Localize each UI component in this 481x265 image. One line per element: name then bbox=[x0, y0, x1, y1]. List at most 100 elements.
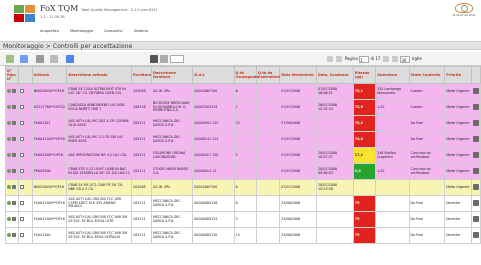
column-header[interactable]: N° Ripo N° bbox=[4, 66, 20, 84]
rows-per-page-select[interactable]: 30 bbox=[400, 55, 411, 63]
checkbox-icon[interactable] bbox=[20, 200, 25, 205]
column-header[interactable]: Stato Controllo bbox=[408, 66, 446, 84]
document-icon[interactable] bbox=[12, 217, 16, 222]
row-edit[interactable] bbox=[470, 83, 481, 100]
row-edit[interactable] bbox=[470, 179, 481, 196]
checkbox-icon[interactable] bbox=[20, 120, 25, 125]
table-row[interactable]: FX041200 ASS AST+CAL GR0 BIA FCC VAR SM 0… bbox=[4, 227, 481, 244]
row-checkbox[interactable] bbox=[18, 179, 33, 196]
column-header[interactable]: Articolo bbox=[31, 66, 68, 84]
row-checkbox[interactable] bbox=[18, 115, 33, 132]
detail-icon[interactable] bbox=[7, 105, 11, 110]
edit-icon[interactable] bbox=[472, 103, 479, 110]
document-icon[interactable] bbox=[12, 201, 16, 206]
detail-icon[interactable] bbox=[7, 137, 11, 142]
table-row[interactable]: GS227760**OP232 CARCASSA ANNODRENO LUC.RO… bbox=[4, 99, 481, 116]
row-edit[interactable] bbox=[470, 195, 481, 212]
row-edit[interactable] bbox=[470, 115, 481, 132]
row-checkbox[interactable] bbox=[18, 195, 33, 212]
dropdown-icon[interactable] bbox=[160, 55, 168, 63]
row-edit[interactable] bbox=[470, 147, 481, 164]
edit-icon[interactable] bbox=[472, 135, 479, 142]
checkbox-icon[interactable] bbox=[20, 152, 25, 157]
menu-item-monitoraggio[interactable]: Monitoraggio bbox=[70, 29, 93, 33]
table-row[interactable]: NNG20000**OP16 CRAB SX MS (ST) CIAR FR 26… bbox=[4, 179, 481, 196]
document-icon[interactable] bbox=[12, 153, 16, 158]
document-icon[interactable] bbox=[12, 89, 16, 94]
edit-icon[interactable] bbox=[472, 231, 479, 238]
column-header[interactable]: Operatore bbox=[375, 66, 410, 84]
checkbox-icon[interactable] bbox=[20, 216, 25, 221]
detail-icon[interactable] bbox=[7, 185, 11, 190]
row-checkbox[interactable] bbox=[18, 211, 33, 228]
last-page-button[interactable] bbox=[392, 56, 399, 62]
checkbox-icon[interactable] bbox=[20, 104, 25, 109]
column-header[interactable] bbox=[470, 66, 481, 84]
add-icon[interactable] bbox=[6, 55, 14, 63]
edit-icon[interactable] bbox=[472, 167, 479, 174]
table-row[interactable]: FX0041180**OP16 ASS AST+CAL MC 3.2 CR SIR… bbox=[4, 131, 481, 148]
table-row[interactable]: FX001201 ASS AST+CAL MC GR2 X CR CORRIN O… bbox=[4, 115, 481, 132]
clear-filter-icon[interactable] bbox=[50, 55, 58, 63]
column-header[interactable]: D.d.t. bbox=[192, 66, 235, 84]
column-header[interactable]: Fornitore bbox=[130, 66, 153, 84]
edit-icon[interactable] bbox=[472, 199, 479, 206]
refresh-icon[interactable] bbox=[20, 55, 28, 63]
edit-icon[interactable] bbox=[472, 151, 479, 158]
detail-icon[interactable] bbox=[7, 201, 11, 206]
row-checkbox[interactable] bbox=[18, 83, 33, 100]
menu-item-consuntivi[interactable]: Consuntivi bbox=[104, 29, 122, 33]
detail-icon[interactable] bbox=[7, 169, 11, 174]
row-edit[interactable] bbox=[470, 163, 481, 180]
row-checkbox[interactable] bbox=[18, 99, 33, 116]
row-checkbox[interactable] bbox=[18, 131, 33, 148]
export-icon[interactable] bbox=[66, 55, 74, 63]
column-header[interactable]: Descrizione fornitore bbox=[151, 66, 194, 84]
first-page-button[interactable] bbox=[327, 56, 333, 62]
column-header[interactable]: Q.tà da Controllare bbox=[255, 66, 281, 84]
table-row[interactable]: FR003506 CRAB STR 3.12 LIGHT CARB IN BAC … bbox=[4, 163, 481, 180]
row-checkbox[interactable] bbox=[18, 227, 33, 244]
column-header[interactable]: Descrizione articolo bbox=[66, 66, 132, 84]
checkbox-icon[interactable] bbox=[20, 88, 25, 93]
table-row[interactable]: FX0041N0**OP16 ASS IMPUGNATURA NR 4.2 LUC… bbox=[4, 147, 481, 164]
menu-item-anagrafica[interactable]: Anagrafica bbox=[40, 29, 59, 33]
column-header[interactable]: Q.tà Consegnata bbox=[233, 66, 259, 84]
column-header[interactable]: Data Movimento bbox=[279, 66, 318, 84]
row-edit[interactable] bbox=[470, 131, 481, 148]
menu-item-sistema[interactable]: Sistema bbox=[134, 29, 148, 33]
edit-icon[interactable] bbox=[472, 215, 479, 222]
row-edit[interactable] bbox=[470, 211, 481, 228]
row-checkbox[interactable] bbox=[18, 147, 33, 164]
table-row[interactable]: FX0041180**OP16 ASS AST+CAL GR0 BIA FCC V… bbox=[4, 195, 481, 212]
checkbox-icon[interactable] bbox=[20, 232, 25, 237]
checkbox-icon[interactable] bbox=[20, 184, 25, 189]
checkbox-icon[interactable] bbox=[20, 168, 25, 173]
document-icon[interactable] bbox=[12, 121, 16, 126]
table-row[interactable]: NNG20000**OP16 CRAB SX 12GA ULTRALIGHT ST… bbox=[4, 83, 481, 100]
document-icon[interactable] bbox=[12, 137, 16, 142]
document-icon[interactable] bbox=[12, 233, 16, 238]
document-icon[interactable] bbox=[12, 185, 16, 190]
row-edit[interactable] bbox=[470, 99, 481, 116]
edit-icon[interactable] bbox=[472, 183, 479, 190]
detail-icon[interactable] bbox=[7, 217, 11, 222]
detail-icon[interactable] bbox=[7, 89, 11, 94]
detail-icon[interactable] bbox=[7, 233, 11, 238]
checkbox-icon[interactable] bbox=[20, 136, 25, 141]
table-row[interactable]: FX0041180**OP16 ASS AST+CAL GR0 BIA FCC V… bbox=[4, 211, 481, 228]
search-input[interactable] bbox=[170, 55, 184, 63]
column-header[interactable]: Ritardo (gg) bbox=[352, 66, 377, 84]
row-checkbox[interactable] bbox=[18, 163, 33, 180]
filter-icon[interactable] bbox=[36, 55, 44, 63]
document-icon[interactable] bbox=[12, 169, 16, 174]
column-header[interactable] bbox=[18, 66, 33, 84]
prev-page-button[interactable] bbox=[336, 56, 343, 62]
column-header[interactable]: Data, Scadenza bbox=[316, 66, 354, 84]
page-input[interactable]: 1 bbox=[359, 55, 370, 63]
detail-icon[interactable] bbox=[7, 121, 11, 126]
row-edit[interactable] bbox=[470, 227, 481, 244]
next-page-button[interactable] bbox=[382, 56, 389, 62]
column-header[interactable]: Priorità bbox=[444, 66, 472, 84]
save-icon[interactable] bbox=[150, 55, 158, 63]
